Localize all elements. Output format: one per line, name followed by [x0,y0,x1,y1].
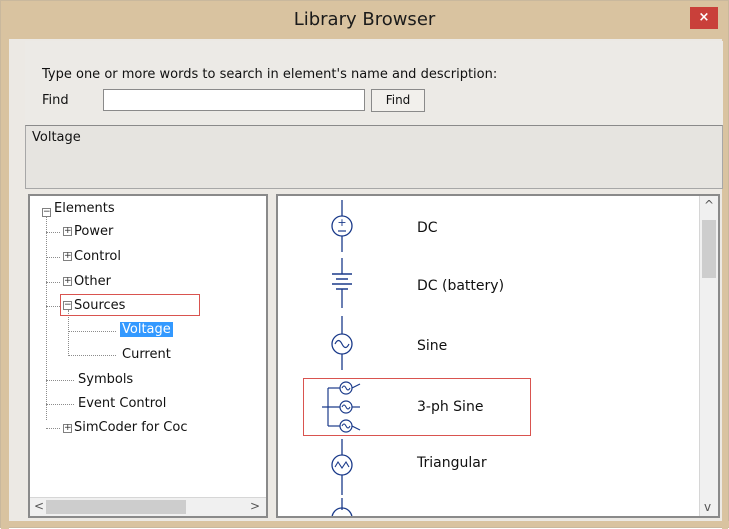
tree-item-voltage[interactable]: Voltage [120,322,173,337]
scrollbar-thumb[interactable] [46,500,186,514]
search-instruction: Type one or more words to search in elem… [42,67,498,82]
highlight-box [60,294,200,316]
description-box: Voltage [25,125,723,189]
find-button[interactable]: Find [371,89,425,112]
tree-connector [46,257,60,258]
sine-source-icon [331,316,353,370]
tree-connector [68,310,69,354]
scrollbar-thumb[interactable] [702,220,716,278]
window-frame-bottom [1,521,729,527]
tree-connector [46,306,60,307]
scroll-down-icon[interactable]: v [704,500,711,514]
window-frame-left [1,39,9,529]
tree-connector [46,282,60,283]
expand-icon[interactable]: + [63,252,72,261]
dc-source-icon: + [331,200,353,252]
element-dc[interactable]: DC [417,220,438,236]
next-source-icon [331,498,353,516]
battery-icon [332,258,352,308]
triangular-source-icon [331,439,353,495]
title-bar[interactable]: Library Browser × [1,1,728,39]
element-triangular[interactable]: Triangular [417,455,487,471]
tree-item-symbols[interactable]: Symbols [78,372,133,387]
find-input[interactable] [103,89,365,111]
svg-text:+: + [337,216,346,229]
elements-list[interactable]: + DC DC (battery) Sine 3-ph Sine Triangu… [276,194,720,518]
tree-item-control[interactable]: Control [74,249,121,264]
tree-item-elements[interactable]: Elements [54,201,115,216]
search-panel [25,41,723,125]
expand-icon[interactable]: + [63,227,72,236]
element-dc-battery[interactable]: DC (battery) [417,278,504,294]
window-title: Library Browser [293,9,436,30]
expand-icon[interactable]: + [63,277,72,286]
tree-connector [46,232,60,233]
expand-icon[interactable]: + [63,424,72,433]
tree-item-event-control[interactable]: Event Control [78,396,166,411]
tree-connector [68,331,116,332]
tree-connector [46,428,60,429]
tree-item-other[interactable]: Other [74,274,111,289]
find-label: Find [42,93,69,108]
tree-item-simcoder[interactable]: SimCoder for Coc [74,420,187,435]
scroll-right-icon[interactable]: > [250,499,260,513]
collapse-icon[interactable]: − [42,208,51,217]
scroll-up-icon[interactable]: ^ [704,198,714,212]
tree-connector [46,214,47,420]
element-sine[interactable]: Sine [417,338,447,354]
tree-connector [68,355,116,356]
highlight-box [303,378,531,436]
library-browser-window: Library Browser × Type one or more words… [0,0,729,529]
close-button[interactable]: × [690,7,718,29]
category-tree[interactable]: − Elements + Power + Control + Other − S… [28,194,268,518]
horizontal-scrollbar[interactable]: < > [30,497,266,516]
vertical-scrollbar[interactable]: ^ v [699,196,718,516]
description-text: Voltage [32,130,81,145]
tree-connector [46,404,74,405]
scroll-left-icon[interactable]: < [34,499,44,513]
tree-item-current[interactable]: Current [122,347,171,362]
tree-connector [46,380,74,381]
tree-item-power[interactable]: Power [74,224,113,239]
